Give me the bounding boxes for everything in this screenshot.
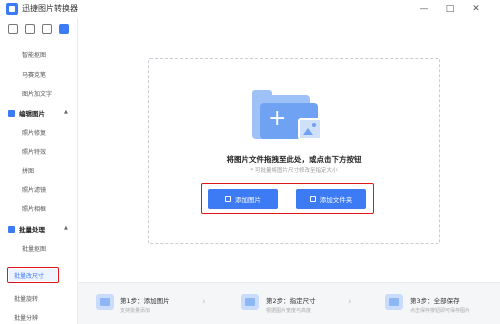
sidebar-group-batch[interactable]: 批量处理 (8, 224, 45, 234)
sidebar-group-edit[interactable]: 编辑图片 (8, 108, 45, 118)
document-icon[interactable] (42, 24, 52, 34)
sidebar-item-photo-repair[interactable]: 照片修复 (22, 128, 46, 137)
image-icon[interactable] (25, 24, 35, 34)
chevron-right-icon: › (348, 297, 352, 307)
settings-icon[interactable] (8, 24, 18, 34)
app-logo-icon (6, 3, 18, 15)
add-image-label: 添加图片 (235, 196, 261, 204)
step-1-title: 第1步：添加图片 (120, 297, 170, 305)
add-folder-icon (309, 196, 316, 202)
steps-bar: 第1步：添加图片 支持批量添加 › 第2步：指定尺寸 根据图片宽度与高度 › 第… (78, 282, 500, 324)
maximize-button[interactable]: □ (442, 1, 458, 17)
step-3-desc: 点击保存按钮即可保存图片 (410, 308, 471, 314)
plus-icon: + (268, 106, 287, 131)
sidebar-item-photo-filter[interactable]: 照片滤镜 (22, 185, 46, 194)
title-bar: 迅捷图片转换器 — □ ✕ (0, 0, 500, 18)
sidebar-item-add-text[interactable]: 图片加文字 (22, 89, 52, 98)
add-folder-button[interactable]: 添加文件夹 (296, 189, 366, 209)
chevron-right-icon: › (202, 297, 206, 307)
drop-instruction: 将图片文件拖拽至此处，或点击下方按钮 (226, 155, 362, 164)
batch-group-icon (8, 226, 15, 233)
drop-zone[interactable] (148, 58, 440, 244)
sidebar-group-edit-label: 编辑图片 (19, 110, 45, 118)
sidebar-item-batch-rotate[interactable]: 批量旋转 (14, 294, 38, 303)
sidebar-item-photo-frame[interactable]: 照片相框 (22, 204, 46, 213)
photo-icon (298, 118, 322, 140)
close-button[interactable]: ✕ (468, 1, 484, 17)
step-3-title: 第3步：全部保存 (410, 297, 460, 305)
step-add-image-icon (96, 294, 114, 310)
add-folder-label: 添加文件夹 (319, 196, 353, 204)
sidebar-item-mosaic[interactable]: 马赛克笔 (22, 70, 46, 79)
sidebar: 智能抠图 马赛克笔 图片加文字 编辑图片 ▲ 照片修复 照片特效 拼图 照片滤镜… (0, 18, 78, 324)
add-image-icon (225, 196, 231, 202)
sidebar-item-collage[interactable]: 拼图 (22, 166, 34, 175)
edit-group-icon (8, 110, 15, 117)
step-1-desc: 支持批量添加 (120, 308, 151, 314)
collapse-caret-icon[interactable]: ▲ (64, 225, 68, 231)
selected-item-highlight (7, 267, 59, 283)
step-resize-icon (241, 294, 259, 310)
sidebar-item-smart-cutout[interactable]: 智能抠图 (22, 50, 46, 59)
batch-icon[interactable] (59, 24, 69, 34)
collapse-caret-icon[interactable]: ▲ (64, 109, 68, 115)
sidebar-group-batch-label: 批量处理 (19, 226, 45, 234)
add-image-button[interactable]: 添加图片 (208, 189, 278, 209)
sidebar-item-batch-classify[interactable]: 批量分辨 (14, 313, 38, 322)
step-2-desc: 根据图片宽度与高度 (266, 308, 312, 314)
drop-hint: * 可批量将图片尺寸修改至指定大小 (250, 168, 338, 174)
minimize-button[interactable]: — (416, 1, 432, 17)
step-2-title: 第2步：指定尺寸 (266, 297, 316, 305)
step-save-icon (385, 294, 403, 310)
app-title: 迅捷图片转换器 (22, 4, 78, 13)
sidebar-toolbar (0, 24, 77, 38)
sidebar-item-batch-cutout[interactable]: 批量抠图 (22, 244, 46, 253)
sidebar-item-photo-effects[interactable]: 照片特效 (22, 147, 46, 156)
